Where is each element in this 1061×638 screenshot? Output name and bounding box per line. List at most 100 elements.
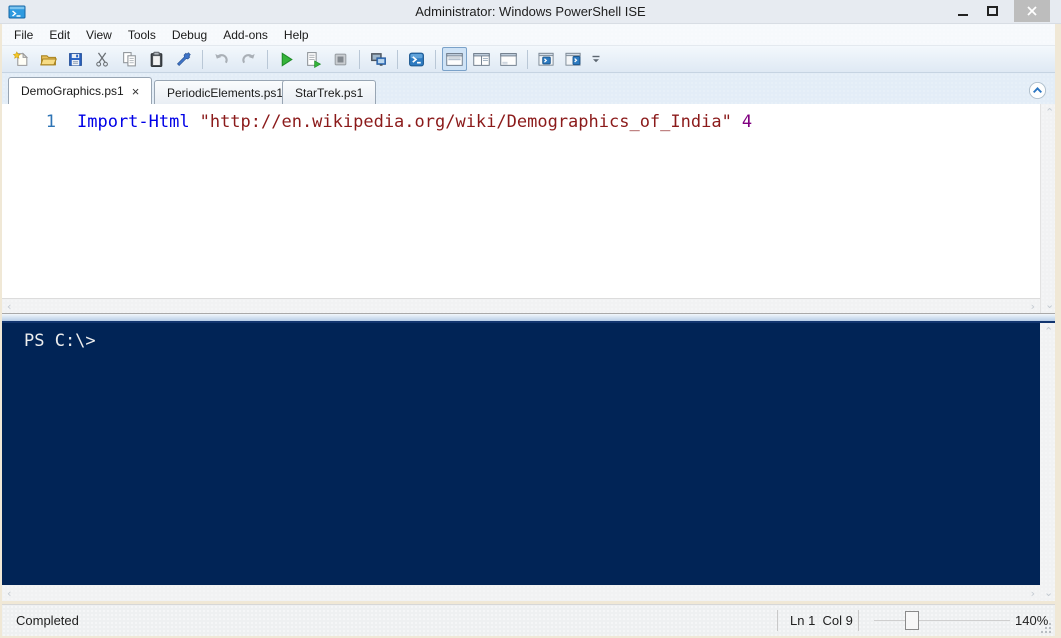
minimize-icon xyxy=(958,14,968,16)
tab-label: PeriodicElements.ps1 xyxy=(167,86,283,100)
cursor-position: Ln 1 Col 9 xyxy=(790,613,853,628)
tab-periodicelements[interactable]: PeriodicElements.ps1 xyxy=(154,80,296,104)
run-selection-button[interactable] xyxy=(301,47,326,71)
script-pane-top-button[interactable] xyxy=(442,47,467,71)
minimize-button[interactable] xyxy=(950,0,976,22)
chevron-up-circle-icon xyxy=(1028,81,1047,100)
status-separator xyxy=(777,610,778,631)
menu-help[interactable]: Help xyxy=(276,25,317,45)
tab-close-icon[interactable]: × xyxy=(132,85,140,98)
status-bar: Completed Ln 1 Col 9 140% xyxy=(2,604,1055,636)
menu-view[interactable]: View xyxy=(78,25,120,45)
undo-button[interactable] xyxy=(209,47,234,71)
new-powershell-tab-button[interactable] xyxy=(534,47,559,71)
scroll-down-icon: ⌄ xyxy=(1045,299,1054,310)
resize-grip-icon[interactable] xyxy=(1039,621,1051,633)
open-folder-icon xyxy=(40,51,57,68)
toolbar-separator xyxy=(397,50,398,69)
title-bar: Administrator: Windows PowerShell ISE xyxy=(0,0,1061,24)
stop-icon xyxy=(332,51,349,68)
toolbar-separator xyxy=(435,50,436,69)
console-pane[interactable]: PS C:\> xyxy=(2,323,1040,585)
toolbar-separator xyxy=(202,50,203,69)
scroll-left-icon: ‹ xyxy=(7,588,11,599)
layout-max-icon xyxy=(500,51,517,68)
menu-addons[interactable]: Add-ons xyxy=(215,25,276,45)
zoom-slider-track[interactable] xyxy=(874,620,1010,621)
menu-file[interactable]: File xyxy=(6,25,41,45)
layout-top-icon xyxy=(446,51,463,68)
tab-label: StarTrek.ps1 xyxy=(295,86,363,100)
paste-icon xyxy=(148,51,165,68)
clear-console-button[interactable] xyxy=(171,47,196,71)
save-script-button[interactable] xyxy=(63,47,88,71)
console-prompt: PS C:\> xyxy=(24,331,96,351)
start-powershell-button[interactable] xyxy=(404,47,429,71)
tab-label: DemoGraphics.ps1 xyxy=(21,84,124,98)
run-script-button[interactable] xyxy=(274,47,299,71)
scroll-right-icon: › xyxy=(1031,301,1035,312)
scroll-up-icon: ⌃ xyxy=(1045,107,1054,118)
cut-icon xyxy=(94,51,111,68)
wrench-icon xyxy=(175,51,192,68)
menu-edit[interactable]: Edit xyxy=(41,25,78,45)
pane-splitter[interactable] xyxy=(2,313,1055,323)
scroll-right-icon: › xyxy=(1031,588,1035,599)
save-icon xyxy=(67,51,84,68)
code-line: Import-Html "http://en.wikipedia.org/wiki… xyxy=(77,112,752,132)
zoom-slider-thumb[interactable] xyxy=(905,611,919,630)
toolbar-overflow-button[interactable] xyxy=(589,47,603,71)
cut-button[interactable] xyxy=(90,47,115,71)
copy-icon xyxy=(121,51,138,68)
layout-right-icon xyxy=(473,51,490,68)
toolbar-separator xyxy=(527,50,528,69)
code-string: "http://en.wikipedia.org/wiki/Demographi… xyxy=(200,112,732,132)
window-border-right xyxy=(1055,24,1061,636)
script-pane-right-button[interactable] xyxy=(469,47,494,71)
new-script-button[interactable] xyxy=(9,47,34,71)
overflow-icon xyxy=(591,53,601,65)
status-text: Completed xyxy=(16,613,79,628)
menu-bar: File Edit View Tools Debug Add-ons Help xyxy=(2,24,1055,46)
new-file-icon xyxy=(13,51,30,68)
scroll-down-icon: ⌄ xyxy=(1044,587,1053,598)
window-border-gap xyxy=(2,601,1055,604)
collapse-script-pane-button[interactable] xyxy=(1028,81,1047,100)
script-editor-pane[interactable]: 1 Import-Html "http://en.wikipedia.org/wi… xyxy=(2,104,1040,298)
window-title: Administrator: Windows PowerShell ISE xyxy=(0,4,1061,19)
close-powershell-tab-button[interactable] xyxy=(561,47,586,71)
console-horizontal-scrollbar[interactable]: ‹ › xyxy=(2,585,1040,601)
run-selection-icon xyxy=(305,51,322,68)
paste-button[interactable] xyxy=(144,47,169,71)
status-separator xyxy=(858,610,859,631)
undo-icon xyxy=(213,51,230,68)
powershell-tab-icon xyxy=(538,51,555,68)
code-command: Import-Html xyxy=(77,112,190,132)
close-icon xyxy=(1026,5,1038,17)
tab-startrek[interactable]: StarTrek.ps1 xyxy=(282,80,376,104)
toolbar xyxy=(2,46,1055,73)
script-pane-maximized-button[interactable] xyxy=(496,47,521,71)
stop-operation-button[interactable] xyxy=(328,47,353,71)
powershell-icon xyxy=(408,51,425,68)
tab-strip: DemoGraphics.ps1 × PeriodicElements.ps1 … xyxy=(2,73,1055,104)
copy-button[interactable] xyxy=(117,47,142,71)
tab-demographics[interactable]: DemoGraphics.ps1 × xyxy=(8,77,152,104)
maximize-button[interactable] xyxy=(978,0,1006,22)
scroll-left-icon: ‹ xyxy=(7,301,11,312)
close-button[interactable] xyxy=(1014,0,1050,22)
run-icon xyxy=(278,51,295,68)
editor-vertical-scrollbar[interactable]: ⌃ ⌄ xyxy=(1040,104,1055,313)
scroll-up-icon: ⌃ xyxy=(1044,326,1053,337)
remote-computer-icon xyxy=(370,51,387,68)
window-border-left xyxy=(0,24,2,636)
editor-horizontal-scrollbar[interactable]: ‹ › xyxy=(2,298,1040,313)
line-number: 1 xyxy=(2,112,56,132)
code-number: 4 xyxy=(742,112,752,132)
console-vertical-scrollbar[interactable]: ⌃ ⌄ xyxy=(1040,323,1055,601)
menu-debug[interactable]: Debug xyxy=(164,25,215,45)
redo-button[interactable] xyxy=(236,47,261,71)
remote-powershell-tab-button[interactable] xyxy=(366,47,391,71)
menu-tools[interactable]: Tools xyxy=(120,25,164,45)
open-script-button[interactable] xyxy=(36,47,61,71)
